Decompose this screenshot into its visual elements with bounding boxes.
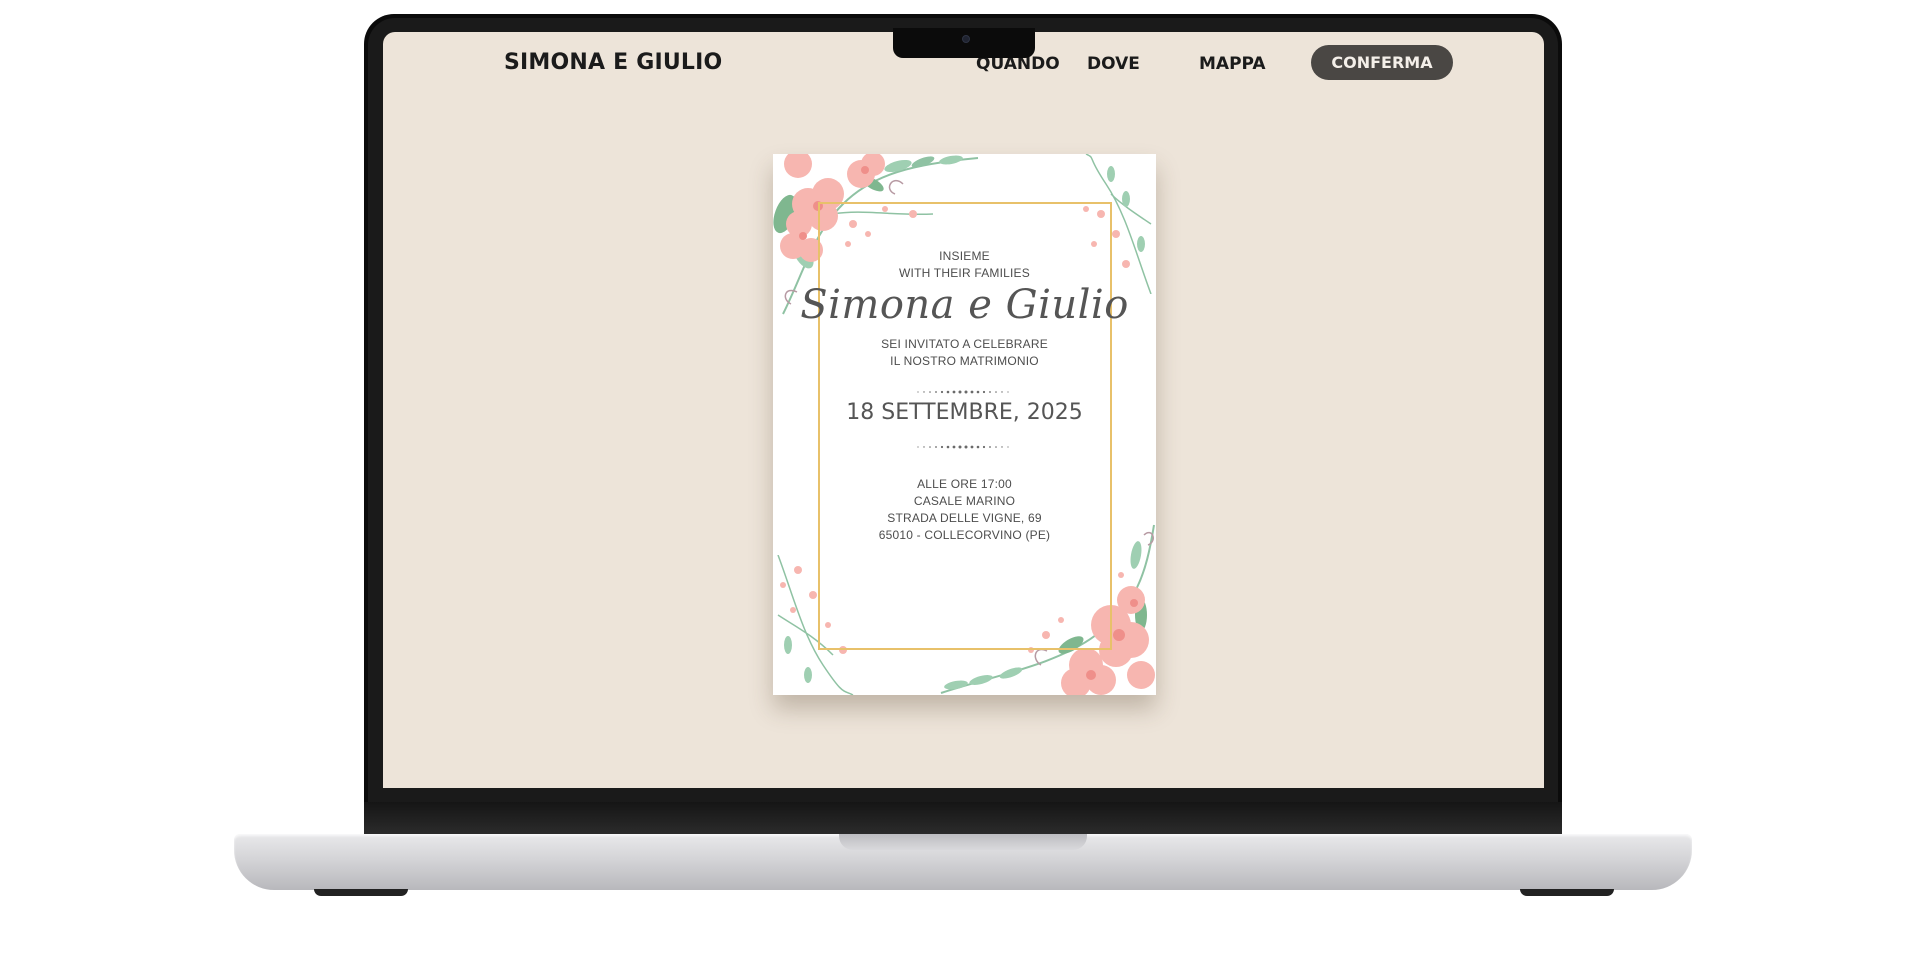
nav-link-mappa[interactable]: MAPPA — [1199, 54, 1266, 74]
camera-icon — [962, 35, 970, 43]
laptop-foot-right — [1520, 889, 1614, 896]
invitation-line-insieme: INSIEME — [939, 249, 990, 263]
laptop-foot-left — [314, 889, 408, 896]
laptop-hinge — [364, 802, 1562, 834]
couple-names: Simona e Giulio — [800, 282, 1129, 328]
venue-name: CASALE MARINO — [913, 494, 1016, 508]
trackpad-notch — [839, 834, 1087, 850]
wedding-date: 18 SETTEMBRE, 2025 — [846, 400, 1083, 425]
confirm-button[interactable]: CONFERMA — [1311, 45, 1453, 80]
dotted-divider-top — [917, 390, 1009, 394]
nav-link-dove[interactable]: DOVE — [1087, 54, 1140, 74]
laptop-base — [234, 834, 1692, 890]
invitation-card: INSIEME WITH THEIR FAMILIES Simona e Giu… — [773, 154, 1156, 695]
dotted-divider-bottom — [917, 445, 1009, 449]
venue-street: STRADA DELLE VIGNE, 69 — [887, 511, 1042, 525]
invitation-line-celebrate: SEI INVITATO A CELEBRARE — [881, 337, 1048, 351]
invitation-line-wedding: IL NOSTRO MATRIMONIO — [890, 354, 1039, 368]
venue-city: 65010 - COLLECORVINO (PE) — [878, 528, 1051, 542]
laptop-screen: SIMONA E GIULIO QUANDO DOVE MAPPA CONFER… — [383, 32, 1544, 788]
camera-notch — [893, 28, 1035, 58]
wedding-time: ALLE ORE 17:00 — [917, 477, 1012, 491]
invitation-line-families: WITH THEIR FAMILIES — [899, 266, 1030, 280]
site-title[interactable]: SIMONA E GIULIO — [504, 50, 722, 75]
